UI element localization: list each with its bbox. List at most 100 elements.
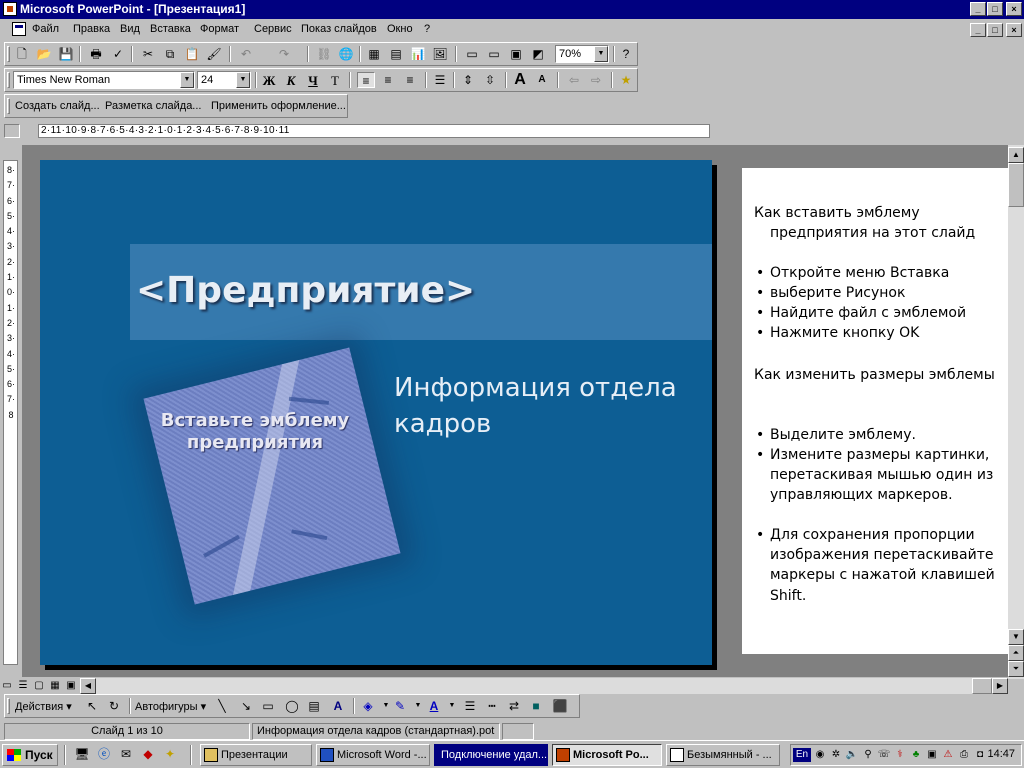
oval-icon[interactable]: ◯ <box>283 698 301 714</box>
task-word[interactable]: Microsoft Word -... <box>316 744 430 766</box>
next-slide-icon[interactable]: ⏷ <box>1008 661 1024 677</box>
font-dropdown-icon[interactable]: ▼ <box>180 72 194 88</box>
menu-view[interactable]: Вид <box>120 23 140 35</box>
animation-effects-icon[interactable]: ★ <box>617 72 635 88</box>
modem-icon[interactable]: ☏ <box>877 748 891 762</box>
slide-subtitle[interactable]: Информация отдела кадров <box>394 370 710 442</box>
select-objects-icon[interactable]: ↖ <box>83 698 101 714</box>
font-size-combo[interactable]: 24 ▼ <box>197 71 251 89</box>
expand-slide-icon[interactable]: ▭ <box>485 46 503 62</box>
font-color-dropdown-icon[interactable]: ▼ <box>443 698 461 714</box>
insert-excel-icon[interactable]: ▤ <box>387 46 405 62</box>
cut-icon[interactable]: ✂ <box>139 46 157 62</box>
scroll-down-icon[interactable]: ▼ <box>1008 629 1024 645</box>
outline-view-icon[interactable]: ☰ <box>16 678 30 694</box>
dash-style-icon[interactable]: ┅ <box>483 698 501 714</box>
quick-launch-icon[interactable]: ✦ <box>162 746 178 762</box>
promote-icon[interactable]: ⇦ <box>565 72 583 88</box>
format-painter-icon[interactable]: 🖌 <box>205 46 223 62</box>
menu-tools[interactable]: Сервис <box>254 23 292 35</box>
logo-placeholder[interactable] <box>143 347 401 605</box>
tray-app-icon[interactable]: ♣ <box>909 748 923 762</box>
line-icon[interactable]: ╲ <box>213 698 231 714</box>
outlook-icon[interactable]: ✉ <box>118 746 134 762</box>
show-desktop-icon[interactable]: 🖥 <box>74 746 90 762</box>
scroll-up-icon[interactable]: ▲ <box>1008 147 1024 163</box>
insert-word-table-icon[interactable]: ▦ <box>365 46 383 62</box>
doc-minimize-button[interactable]: _ <box>970 23 986 37</box>
shadow-button[interactable]: Т <box>325 72 345 90</box>
insert-chart-icon[interactable]: 📊 <box>409 46 427 62</box>
internet-explorer-icon[interactable]: ⓔ <box>96 746 112 762</box>
font-size-dropdown-icon[interactable]: ▼ <box>236 72 250 88</box>
arrow-style-icon[interactable]: ⇄ <box>505 698 523 714</box>
fill-color-icon[interactable]: ◈ <box>359 698 377 714</box>
underline-button[interactable]: Ч <box>303 72 323 90</box>
arrow-icon[interactable]: ↘ <box>237 698 255 714</box>
menu-window[interactable]: Окно <box>387 23 413 35</box>
redo-icon[interactable]: ↷ <box>275 46 293 62</box>
slideshow-view-icon[interactable]: ▣ <box>64 678 78 694</box>
task-presentations[interactable]: Презентации <box>200 744 312 766</box>
spelling-icon[interactable]: ✓ <box>109 46 127 62</box>
new-slide-button[interactable]: Создать слайд... <box>15 100 100 112</box>
3d-icon[interactable]: ⬛ <box>551 698 569 714</box>
network-icon[interactable]: ◉ <box>813 748 827 762</box>
decrease-spacing-icon[interactable]: ⇳ <box>481 72 499 88</box>
task-remote-connection[interactable]: Подключение удал... <box>434 744 548 766</box>
new-icon[interactable]: 🗋 <box>13 46 31 62</box>
slide-title[interactable]: <Предприятие> <box>136 270 475 311</box>
menu-help[interactable]: ? <box>424 23 430 35</box>
slide-sorter-icon[interactable]: ▦ <box>48 678 62 694</box>
bold-button[interactable]: Ж <box>259 72 279 90</box>
slide-canvas[interactable]: <Предприятие> Вставьте эмблему предприят… <box>40 160 712 665</box>
slide-layout-button[interactable]: Разметка слайда... <box>105 100 201 112</box>
line-color-icon[interactable]: ✎ <box>391 698 409 714</box>
previous-slide-icon[interactable]: ⏶ <box>1008 645 1024 661</box>
minimize-button[interactable]: _ <box>970 2 986 16</box>
undo-icon[interactable]: ↶ <box>237 46 255 62</box>
black-white-icon[interactable]: ◩ <box>529 46 547 62</box>
hscroll-thumb[interactable] <box>972 678 992 694</box>
horizontal-scrollbar[interactable]: ▶ <box>96 678 1008 694</box>
tray-alert-icon[interactable]: ⚠ <box>941 748 955 762</box>
autoshapes-menu[interactable]: Автофигуры ▾ <box>135 700 206 713</box>
shadow-icon[interactable]: ■ <box>527 698 545 714</box>
increase-font-icon[interactable]: A <box>511 72 529 88</box>
slide-layout-icon[interactable]: ▣ <box>507 46 525 62</box>
bullets-icon[interactable]: ☰ <box>431 72 449 88</box>
paste-icon[interactable]: 📋 <box>183 46 201 62</box>
scroll-right-icon[interactable]: ▶ <box>992 678 1008 694</box>
task-untitled[interactable]: Безымянный - ... <box>666 744 780 766</box>
normal-view-icon[interactable]: ▭ <box>0 678 14 694</box>
scroll-thumb[interactable] <box>1008 163 1024 207</box>
vertical-ruler[interactable]: 8·7·6·5·4·3·2·1·0·1·2·3·4·5·6·7·8 <box>3 160 18 665</box>
align-left-icon[interactable]: ≡ <box>357 72 375 88</box>
demote-icon[interactable]: ⇨ <box>587 72 605 88</box>
doc-restore-button[interactable]: □ <box>987 23 1003 37</box>
web-toolbar-icon[interactable]: 🌐 <box>337 46 355 62</box>
antivirus-icon[interactable]: ⚕ <box>893 748 907 762</box>
help-icon[interactable]: ? <box>617 46 635 62</box>
menu-file[interactable]: Файл <box>32 23 59 35</box>
copy-icon[interactable]: ⧉ <box>161 46 179 62</box>
menu-insert[interactable]: Вставка <box>150 23 191 35</box>
scroll-left-icon[interactable]: ◀ <box>80 678 96 694</box>
settings-icon[interactable]: ✲ <box>829 748 843 762</box>
insert-clipart-icon[interactable]: 🖼 <box>431 46 449 62</box>
menu-format[interactable]: Формат <box>200 23 239 35</box>
slide-view-icon[interactable]: ▢ <box>32 678 46 694</box>
scheduler-icon[interactable]: ⚲ <box>861 748 875 762</box>
start-button[interactable]: Пуск <box>2 744 58 766</box>
open-icon[interactable]: 📂 <box>35 46 53 62</box>
maximize-button[interactable]: □ <box>987 2 1003 16</box>
italic-button[interactable]: К <box>281 72 301 90</box>
volume-icon[interactable]: 🔈 <box>845 748 859 762</box>
print-icon[interactable]: 🖶 <box>87 46 105 62</box>
task-powerpoint[interactable]: Microsoft Po... <box>552 744 662 766</box>
language-indicator[interactable]: En <box>793 748 811 762</box>
doc-close-button[interactable]: × <box>1006 23 1022 37</box>
textbox-icon[interactable]: ▤ <box>305 698 323 714</box>
notes-pane[interactable]: Как вставить эмблему предприятия на этот… <box>742 168 1008 654</box>
free-rotate-icon[interactable]: ↻ <box>105 698 123 714</box>
